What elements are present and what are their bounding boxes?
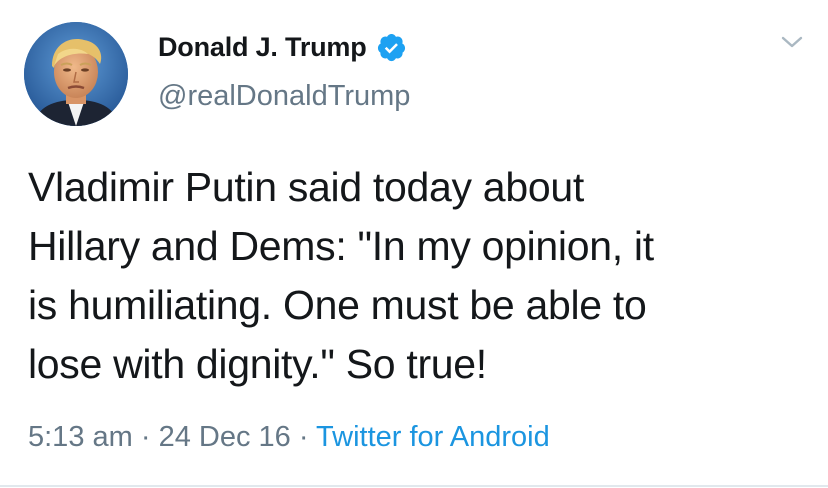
tweet-metadata: 5:13 am · 24 Dec 16 · Twitter for Androi… [28,421,550,454]
chevron-down-icon[interactable] [780,34,804,50]
tweet-card: Donald J. Trump @realDonaldTrump Vladimi… [0,0,828,488]
meta-separator: · [290,421,317,453]
tweet-text: Vladimir Putin said today about Hillary … [28,164,654,387]
tweet-date[interactable]: 24 Dec 16 [159,421,291,453]
display-name[interactable]: Donald J. Trump [158,32,367,63]
verified-badge-icon [376,32,407,63]
tweet-time[interactable]: 5:13 am [28,421,133,453]
tweet-source-link[interactable]: Twitter for Android [316,421,550,453]
profile-photo [24,22,128,126]
author-name-row: Donald J. Trump [158,27,407,67]
avatar[interactable] [24,22,128,126]
username-handle[interactable]: @realDonaldTrump [158,80,410,113]
meta-separator: · [132,421,159,453]
divider [0,485,828,487]
